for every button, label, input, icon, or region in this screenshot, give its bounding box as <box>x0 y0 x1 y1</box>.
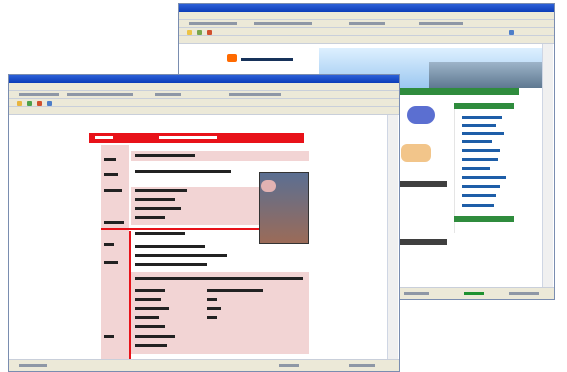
front-menu-bar <box>9 83 399 91</box>
back-status-glyphs-3 <box>509 292 539 295</box>
back-status-glyphs-2 <box>464 292 484 295</box>
back-toolbar-icon-2[interactable] <box>197 30 202 35</box>
front-address-bar <box>9 99 399 107</box>
back-address-bar <box>179 28 554 36</box>
back-toolbar-icon[interactable] <box>187 30 192 35</box>
front-text-19 <box>207 289 263 292</box>
front-text-15 <box>135 316 159 319</box>
back-sidebar-link-9[interactable] <box>462 185 500 188</box>
back-scrollbar[interactable] <box>542 44 553 287</box>
front-scrollbar[interactable] <box>387 115 398 359</box>
front-red-header-text <box>95 136 113 139</box>
back-menu-glyphs-4 <box>419 22 463 25</box>
back-green-nav[interactable] <box>394 88 519 95</box>
front-house-tree <box>261 180 276 192</box>
front-toolbar-icon-2[interactable] <box>27 101 32 106</box>
back-title-bar <box>179 4 554 12</box>
front-text-17 <box>135 335 175 338</box>
front-text-11 <box>135 277 303 280</box>
front-red-header-text-2 <box>159 136 217 139</box>
back-menu-glyphs <box>189 22 237 25</box>
front-label-7 <box>104 335 114 338</box>
back-content-gray-2 <box>397 239 447 245</box>
back-menu-glyphs-2 <box>254 22 312 25</box>
front-links-bar <box>9 107 399 115</box>
front-label-1 <box>104 158 116 161</box>
front-text-14 <box>135 307 169 310</box>
front-menu-glyphs-4 <box>229 93 281 96</box>
back-cake <box>401 144 431 162</box>
front-row-pink-3 <box>131 272 309 354</box>
front-toolbar-icon[interactable] <box>17 101 22 106</box>
front-text-20 <box>207 298 217 301</box>
front-text-8 <box>135 245 205 248</box>
front-text-18 <box>135 344 167 347</box>
back-logo-text <box>241 58 293 61</box>
front-text-10 <box>135 263 207 266</box>
front-text-1 <box>135 154 195 157</box>
front-label-2 <box>104 173 118 176</box>
back-toolbar-icon-4[interactable] <box>509 30 514 35</box>
front-text-13 <box>135 298 161 301</box>
front-label-4 <box>104 221 124 224</box>
back-status-glyphs <box>404 292 429 295</box>
front-menu-glyphs <box>19 93 59 96</box>
back-cloud <box>407 106 435 124</box>
front-text-22 <box>207 316 217 319</box>
back-menu-bar <box>179 12 554 20</box>
back-links-bar <box>179 36 554 44</box>
front-row-pink-2 <box>131 187 259 225</box>
front-text-7 <box>135 232 185 235</box>
front-menu-glyphs-3 <box>155 93 181 96</box>
front-status-glyphs-3 <box>349 364 375 367</box>
back-sidebar-link-4[interactable] <box>462 140 492 143</box>
back-toolbar-icon-3[interactable] <box>207 30 212 35</box>
front-toolbar-icon-4[interactable] <box>47 101 52 106</box>
front-status-glyphs <box>19 364 47 367</box>
front-left-col <box>101 145 129 365</box>
front-text-16 <box>135 325 165 328</box>
front-text-2 <box>135 170 231 173</box>
back-logo-icon <box>227 54 237 62</box>
back-sidebar-link-8[interactable] <box>462 176 506 179</box>
front-status-bar <box>9 359 399 371</box>
front-text-6 <box>135 216 165 219</box>
back-content-gray <box>397 181 447 187</box>
front-title-bar <box>9 75 399 83</box>
back-sidebar-link-6[interactable] <box>462 158 498 161</box>
front-menu-glyphs-2 <box>67 93 133 96</box>
front-status-glyphs-2 <box>279 364 299 367</box>
front-text-12 <box>135 289 165 292</box>
front-text-9 <box>135 254 227 257</box>
back-sidebar-link-3[interactable] <box>462 132 504 135</box>
back-hero-buildings <box>429 62 549 88</box>
back-sidebar-link-1[interactable] <box>462 116 502 119</box>
front-text-4 <box>135 198 175 201</box>
back-right-sidebar-head-2 <box>454 216 514 222</box>
back-sidebar-link-7[interactable] <box>462 167 490 170</box>
back-right-sidebar-head <box>454 103 514 109</box>
front-toolbar-icon-3[interactable] <box>37 101 42 106</box>
back-sidebar-link-11[interactable] <box>462 204 494 207</box>
back-sidebar-link-5[interactable] <box>462 149 500 152</box>
front-browser-window <box>8 74 400 372</box>
front-text-3 <box>135 189 187 192</box>
front-text-21 <box>207 307 221 310</box>
front-label-3 <box>104 189 122 192</box>
front-text-5 <box>135 207 181 210</box>
back-sidebar-link-2[interactable] <box>462 124 496 127</box>
front-label-5 <box>104 243 114 246</box>
front-label-6 <box>104 261 118 264</box>
back-menu-glyphs-3 <box>349 22 385 25</box>
back-sidebar-link-10[interactable] <box>462 194 496 197</box>
